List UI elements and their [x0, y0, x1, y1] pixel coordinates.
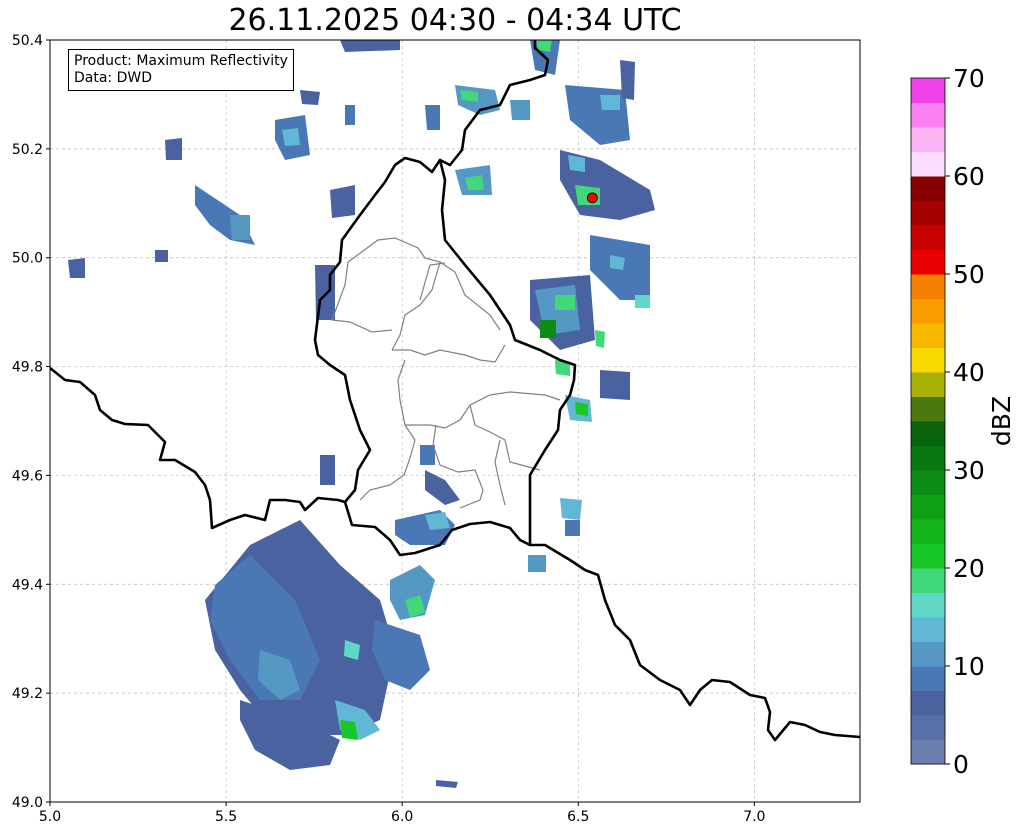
colorbar-segment — [911, 666, 945, 691]
colorbar-tick-label: 10 — [953, 652, 985, 681]
colorbar-segment — [911, 396, 945, 422]
y-tick-label: 50.2 — [12, 142, 43, 158]
colorbar-segment — [911, 102, 945, 128]
product-line: Product: Maximum Reflectivity — [74, 53, 288, 69]
colorbar-segment — [911, 151, 945, 177]
data-source-line: Data: DWD — [74, 70, 152, 86]
y-tick-label: 50.4 — [12, 33, 43, 49]
colorbar: 0 10 20 30 40 50 60 70 — [910, 64, 985, 779]
colorbar-segment — [911, 568, 945, 593]
colorbar-tick-label: 60 — [953, 162, 985, 191]
info-box: Product: Maximum Reflectivity Data: DWD — [68, 49, 294, 91]
colorbar-tick-label: 50 — [953, 260, 985, 289]
colorbar-tick-label: 30 — [953, 456, 985, 485]
colorbar-label: dBZ — [987, 396, 1016, 446]
x-tick-label: 6.5 — [567, 809, 589, 825]
y-tick-label: 50.0 — [12, 251, 43, 267]
colorbar-segment — [911, 592, 945, 618]
colorbar-segment — [911, 200, 945, 226]
y-tick-label: 49.6 — [12, 468, 43, 484]
colorbar-segment — [911, 690, 945, 716]
colorbar-segment — [911, 445, 945, 471]
colorbar-segment — [911, 298, 945, 324]
y-tick-label: 49.2 — [12, 686, 43, 702]
colorbar-segment — [911, 323, 945, 348]
colorbar-tick-label: 40 — [953, 358, 985, 387]
y-tick-label: 49.0 — [12, 795, 43, 811]
colorbar-segment — [911, 249, 945, 275]
colorbar-segment — [911, 715, 945, 740]
colorbar-segment — [911, 519, 945, 544]
y-axis: 49.0 49.2 49.4 49.6 49.8 50.0 50.2 50.4 — [12, 33, 50, 811]
y-tick-label: 49.8 — [12, 360, 43, 376]
y-tick-label: 49.4 — [12, 577, 43, 593]
colorbar-segment — [911, 739, 945, 765]
x-tick-label: 6.0 — [391, 809, 413, 825]
colorbar-segment — [911, 176, 945, 201]
colorbar-segment — [911, 347, 945, 373]
colorbar-segment — [911, 641, 945, 667]
x-axis: 5.0 5.5 6.0 6.5 7.0 — [39, 802, 765, 825]
x-tick-label: 5.0 — [39, 809, 61, 825]
location-marker — [586, 192, 598, 204]
colorbar-segment — [911, 372, 945, 397]
colorbar-segment — [911, 617, 945, 642]
colorbar-segment — [911, 543, 945, 569]
colorbar-segment — [911, 225, 945, 250]
colorbar-segment — [911, 470, 945, 495]
colorbar-tick-label: 70 — [953, 64, 985, 93]
colorbar-segment — [911, 127, 945, 152]
colorbar-segment — [911, 78, 945, 103]
colorbar-tick-label: 20 — [953, 554, 985, 583]
x-tick-label: 7.0 — [743, 809, 765, 825]
radar-map: 5.0 5.5 6.0 6.5 7.0 49.0 49.2 49.4 49.6 49.8 50.0… — [12, 33, 1016, 825]
colorbar-segment — [911, 494, 945, 520]
colorbar-tick-label: 0 — [953, 750, 969, 779]
colorbar-segment — [911, 274, 945, 299]
colorbar-segment — [911, 421, 945, 446]
x-tick-label: 5.5 — [215, 809, 237, 825]
